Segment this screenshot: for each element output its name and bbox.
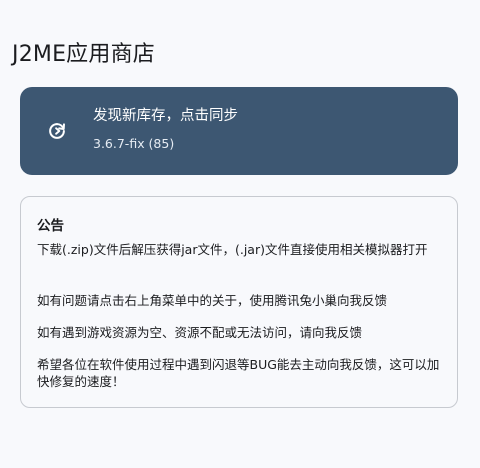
- notice-heading: 公告: [37, 218, 64, 234]
- notice-line-feedback: 如有问题请点击右上角菜单中的关于，使用腾讯兔小巢向我反馈: [37, 293, 388, 308]
- sync-icon[interactable]: [46, 120, 68, 142]
- notice-line-download: 下载(.zip)文件后解压获得jar文件，(.jar)文件直接使用相关模拟器打开: [37, 242, 428, 257]
- notice-line-bug-report: 希望各位在软件使用过程中遇到闪退等BUG能去主动向我反馈，这可以加快修复的速度！: [37, 357, 440, 389]
- app-title: J2ME应用商店: [12, 42, 155, 67]
- notice-line-resource-issue: 如有遇到游戏资源为空、资源不配或无法访问，请向我反馈: [37, 325, 363, 340]
- sync-version: 3.6.7-fix (85): [93, 136, 175, 151]
- sync-card[interactable]: [20, 87, 458, 175]
- sync-title: 发现新库存，点击同步: [93, 108, 238, 124]
